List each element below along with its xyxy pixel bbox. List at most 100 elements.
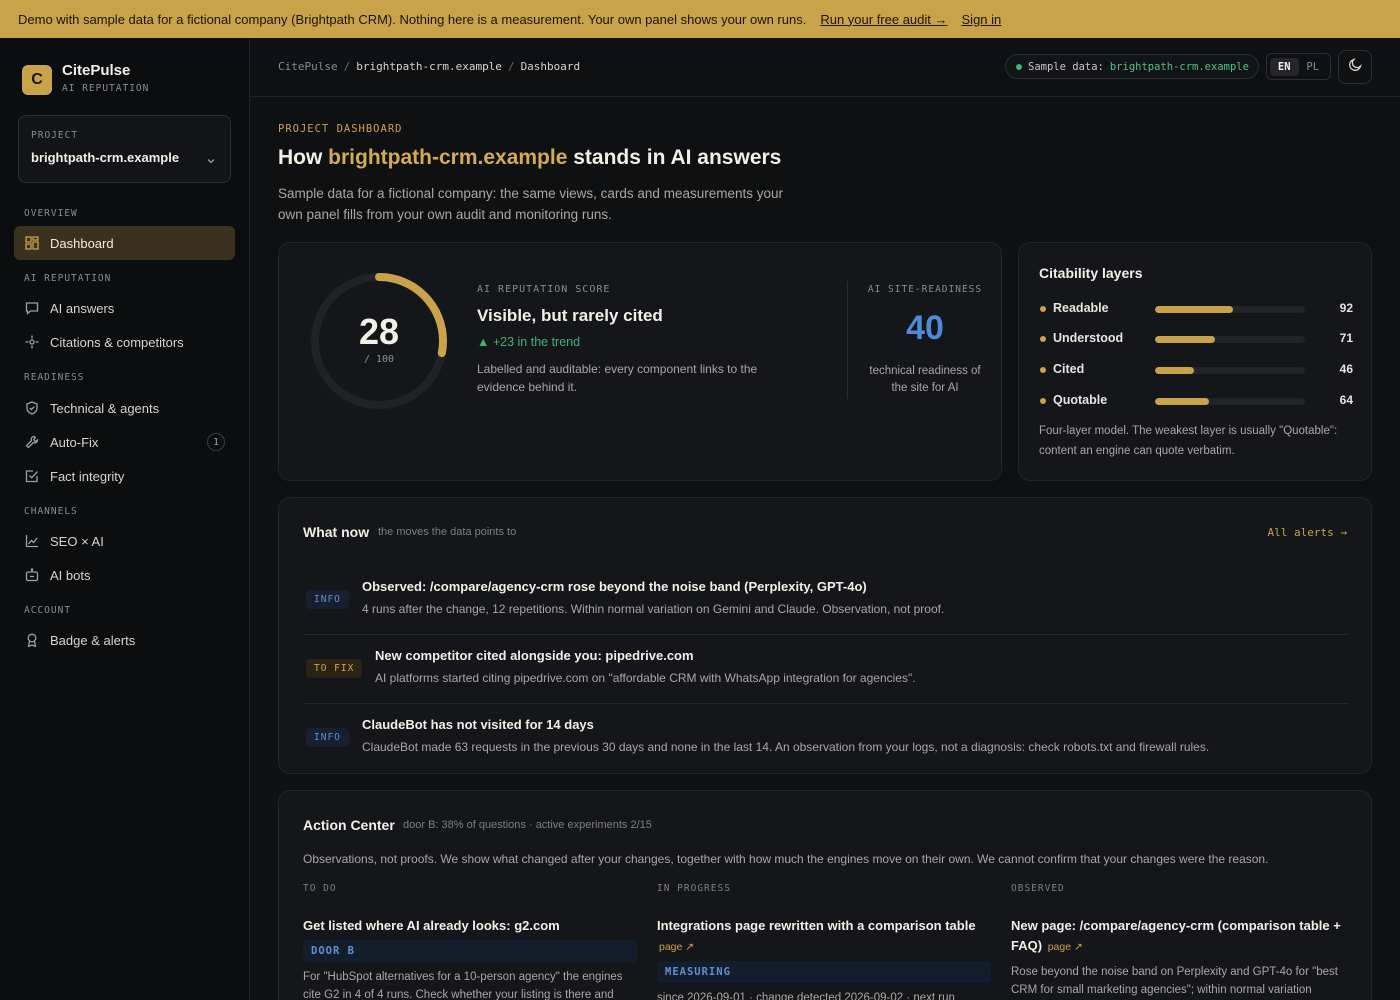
layer-bar-fill (1155, 306, 1233, 313)
sidebar-item-label: AI bots (50, 567, 91, 583)
layer-name: Cited (1053, 362, 1085, 376)
action-center-title: Action Center (303, 817, 395, 833)
project-label: PROJECT (31, 130, 79, 141)
column-todo: TO DO Get listed where AI already looks:… (303, 883, 637, 1000)
layer-bar-fill (1155, 367, 1194, 374)
what-now-title: What now (303, 524, 370, 540)
sidebar-item-label: Citations & competitors (50, 334, 184, 350)
brand-subtitle: AI REPUTATION (62, 83, 150, 94)
sidebar-item-ai-bots[interactable]: AI bots (14, 558, 235, 592)
language-switch: EN PL (1266, 53, 1331, 80)
sidebar-item-label: AI answers (50, 300, 115, 316)
chevron-down-icon (206, 156, 216, 169)
award-icon (24, 632, 40, 648)
action-title[interactable]: Get listed where AI already looks: g2.co… (303, 916, 637, 936)
action-title[interactable]: Integrations page rewritten with a compa… (657, 916, 991, 957)
layer-row: Understood 71 (1039, 330, 1353, 348)
action-center-subtitle: door B: 38% of questions · active experi… (403, 819, 652, 831)
sidebar-item-dashboard[interactable]: Dashboard (14, 226, 235, 260)
lang-en-button[interactable]: EN (1270, 57, 1299, 76)
page-intro: Sample data for a fictional company: the… (278, 186, 783, 222)
alert-row[interactable]: TO FIX New competitor cited alongside yo… (303, 635, 1349, 704)
action-text: For "HubSpot alternatives for a 10-perso… (303, 971, 623, 1000)
alert-row[interactable]: INFO ClaudeBot has not visited for 14 da… (303, 704, 1349, 773)
sidebar-item-fact-integrity[interactable]: Fact integrity (14, 459, 235, 493)
sidebar-item-label: Technical & agents (50, 400, 160, 416)
sidebar-item-technical[interactable]: Technical & agents (14, 391, 235, 425)
bot-icon (24, 567, 40, 583)
nav-section-readiness: READINESS (24, 372, 85, 383)
sidebar-item-label: Fact integrity (50, 468, 125, 484)
column-observed: OBSERVED New page: /compare/agency-crm (… (1011, 883, 1345, 1000)
brand[interactable]: C CitePulse AI REPUTATION (22, 62, 149, 95)
page-title: How brightpath-crm.example stands in AI … (278, 146, 782, 169)
target-icon (24, 334, 40, 350)
breadcrumb: CitePulse / brightpath-crm.example / Dashboa… (278, 60, 581, 73)
column-heading: OBSERVED (1011, 883, 1065, 894)
score-title: Visible, but rarely cited (477, 306, 663, 325)
action-text: since 2026-09-01 · change detected 2026-… (657, 992, 955, 1000)
layer-row: Cited 46 (1039, 361, 1353, 379)
breadcrumb-root[interactable]: CitePulse (278, 60, 338, 73)
layer-value: 71 (1339, 331, 1353, 345)
score-max: / 100 (363, 354, 395, 365)
layer-name: Readable (1053, 301, 1109, 315)
column-in-progress: IN PROGRESS Integrations page rewritten … (657, 883, 991, 1000)
lang-pl-button[interactable]: PL (1299, 58, 1328, 76)
checkbox-icon (24, 468, 40, 484)
sidebar-item-seo[interactable]: SEO × AI (14, 524, 235, 558)
action-text: Rose beyond the noise band on Perplexity… (1011, 966, 1338, 996)
layers-title: Citability layers (1039, 265, 1143, 281)
nav-section-account: ACCOUNT (24, 605, 72, 616)
project-selector[interactable]: PROJECT brightpath-crm.example (18, 115, 231, 183)
all-alerts-link[interactable]: All alerts → (1268, 526, 1347, 539)
score-description: Labelled and auditable: every component … (477, 362, 758, 394)
sidebar-item-badge-alerts[interactable]: Badge & alerts (14, 623, 235, 657)
readiness-eyebrow: AI SITE-READINESS (867, 284, 983, 295)
project-value: brightpath-crm.example (31, 150, 180, 165)
sample-data-pill: Sample data: brightpath-crm.example (1005, 54, 1259, 79)
alert-row[interactable]: INFO Observed: /compare/agency-crm rose … (303, 566, 1349, 635)
top-bar: CitePulse / brightpath-crm.example / Dashboa… (250, 38, 1400, 97)
action-title[interactable]: New page: /compare/agency-crm (compariso… (1011, 916, 1345, 957)
layer-bar-fill (1155, 398, 1209, 405)
layer-row: Quotable 64 (1039, 392, 1353, 410)
alert-title: ClaudeBot has not visited for 14 days (362, 717, 594, 732)
page-title-domain: brightpath-crm.example (328, 146, 568, 169)
alert-description: 4 runs after the change, 12 repetitions.… (362, 602, 945, 616)
layer-bar (1155, 336, 1305, 343)
bullet-icon (1040, 367, 1046, 373)
score-eyebrow: AI REPUTATION SCORE (477, 284, 611, 295)
shield-icon (24, 400, 40, 416)
nav-section-channels: CHANNELS (24, 506, 78, 517)
dashboard-icon (24, 235, 40, 251)
run-audit-link[interactable]: Run your free audit → (820, 12, 947, 27)
layer-bar-fill (1155, 336, 1215, 343)
bullet-icon (1040, 336, 1046, 342)
divider (847, 281, 848, 399)
layer-value: 64 (1339, 393, 1353, 407)
sidebar-item-label: Badge & alerts (50, 632, 136, 648)
column-heading: IN PROGRESS (657, 883, 731, 894)
sidebar-item-ai-answers[interactable]: AI answers (14, 291, 235, 325)
layer-bar (1155, 367, 1305, 374)
demo-banner: Demo with sample data for a fictional co… (0, 0, 1400, 38)
bullet-icon (1040, 398, 1046, 404)
brand-logo: C (22, 65, 52, 95)
autofix-count-badge: 1 (207, 433, 225, 451)
sidebar-item-label: Auto-Fix (50, 434, 99, 450)
sidebar-item-autofix[interactable]: Auto-Fix 1 (14, 425, 235, 459)
theme-toggle-button[interactable] (1338, 50, 1372, 84)
page-eyebrow: PROJECT DASHBOARD (278, 123, 403, 135)
alert-tag: INFO (306, 590, 349, 609)
breadcrumb-page: Dashboard (520, 60, 581, 73)
citability-layers-card: Citability layers Readable 92 Understood… (1018, 242, 1372, 481)
alert-tag: INFO (306, 728, 349, 747)
page-link[interactable]: page ↗ (659, 941, 694, 953)
action-center-card: Action Center door B: 38% of questions ·… (278, 790, 1372, 1000)
sidebar-item-citations[interactable]: Citations & competitors (14, 325, 235, 359)
page-link[interactable]: page ↗ (1048, 941, 1083, 953)
sign-in-link[interactable]: Sign in (962, 12, 1002, 27)
layer-bar (1155, 398, 1305, 405)
breadcrumb-domain[interactable]: brightpath-crm.example (356, 60, 502, 73)
